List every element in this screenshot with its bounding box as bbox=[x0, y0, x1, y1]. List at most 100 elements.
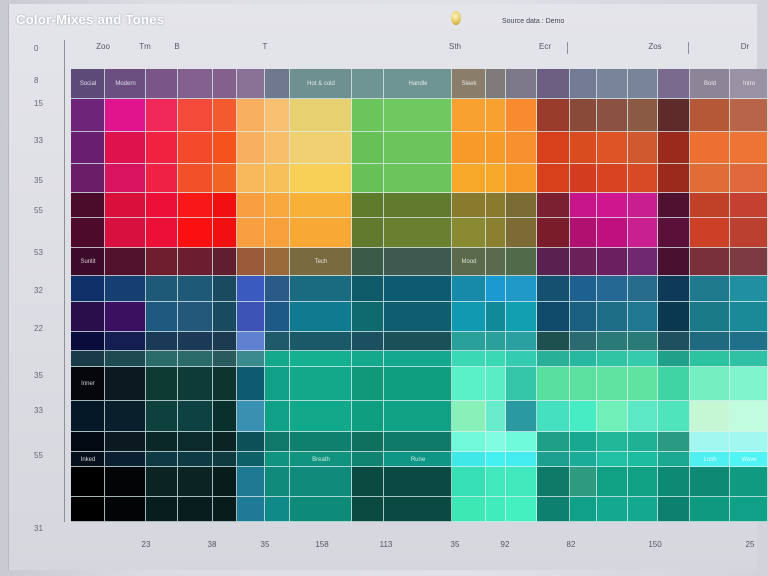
heatmap-cell bbox=[537, 132, 570, 164]
heatmap-cell bbox=[730, 248, 768, 276]
heatmap-cell bbox=[105, 218, 146, 248]
heatmap-cell bbox=[486, 132, 506, 164]
heatmap-cell bbox=[105, 351, 146, 367]
heatmap-cell bbox=[237, 164, 265, 193]
heatmap-cell bbox=[597, 276, 628, 302]
heatmap-cell bbox=[146, 99, 178, 132]
heatmap-cell bbox=[730, 218, 768, 248]
heatmap-cell bbox=[146, 367, 178, 401]
heatmap-cell bbox=[597, 99, 628, 132]
heatmap-cell bbox=[730, 302, 768, 332]
heatmap-cell bbox=[486, 351, 506, 367]
heatmap-cell bbox=[146, 248, 178, 276]
heatmap-cell bbox=[352, 132, 384, 164]
heatmap-cell bbox=[452, 276, 486, 302]
cell-label: Modern bbox=[115, 81, 136, 87]
heatmap-cell bbox=[690, 164, 730, 193]
heatmap-cell bbox=[628, 99, 658, 132]
heatmap-cell bbox=[352, 248, 384, 276]
heatmap-cell bbox=[265, 367, 290, 401]
heatmap-cell bbox=[265, 351, 290, 367]
cell-label: Bold bbox=[703, 81, 717, 87]
heatmap-cell bbox=[237, 69, 265, 99]
heatmap-cell bbox=[452, 467, 486, 497]
cell-label: Wave bbox=[741, 456, 757, 463]
heatmap-cell bbox=[486, 401, 506, 432]
heatmap-cell bbox=[71, 132, 105, 164]
heatmap-cell bbox=[730, 99, 768, 132]
heatmap-cell bbox=[452, 452, 486, 467]
heatmap-cell bbox=[628, 467, 658, 497]
heatmap-cell bbox=[178, 302, 213, 332]
heatmap-cell bbox=[628, 218, 658, 248]
heatmap-cell bbox=[597, 302, 628, 332]
heatmap-cell bbox=[290, 467, 352, 497]
heatmap-cell bbox=[265, 248, 290, 276]
heatmap-cell bbox=[597, 367, 628, 401]
heatmap-cell bbox=[237, 248, 265, 276]
heatmap-cell bbox=[105, 99, 146, 132]
heatmap-cell bbox=[146, 164, 178, 193]
heatmap-cell bbox=[237, 432, 265, 452]
cell-label: Mood bbox=[461, 259, 477, 265]
heatmap-cell bbox=[71, 351, 105, 367]
heatmap-cell bbox=[213, 248, 237, 276]
heatmap-cell bbox=[352, 351, 384, 367]
heatmap-cell bbox=[690, 302, 730, 332]
heatmap-cell bbox=[237, 367, 265, 401]
heatmap-cell bbox=[597, 69, 628, 99]
heatmap-cell bbox=[570, 99, 597, 132]
heatmap-cell bbox=[690, 132, 730, 164]
heatmap-cell bbox=[537, 302, 570, 332]
heatmap-cell bbox=[237, 467, 265, 497]
heatmap-cell bbox=[452, 99, 486, 132]
heatmap-cell bbox=[237, 276, 265, 302]
heatmap-cell bbox=[352, 99, 384, 132]
heatmap-cell bbox=[146, 351, 178, 367]
heatmap-cell bbox=[384, 302, 452, 332]
heatmap-cell bbox=[352, 69, 384, 99]
heatmap-cell bbox=[597, 452, 628, 467]
heatmap-cell bbox=[146, 302, 178, 332]
heatmap-cell bbox=[537, 248, 570, 276]
heatmap-cell bbox=[628, 351, 658, 367]
heatmap-cell bbox=[352, 218, 384, 248]
heatmap-cell bbox=[384, 248, 452, 276]
heatmap-cell bbox=[537, 276, 570, 302]
heatmap-cell bbox=[265, 401, 290, 432]
heatmap-cell bbox=[237, 218, 265, 248]
heatmap-cell bbox=[570, 193, 597, 218]
heatmap-cell bbox=[213, 69, 237, 99]
heatmap-cell bbox=[486, 164, 506, 193]
heatmap-cell bbox=[506, 248, 537, 276]
cell-label: Handle bbox=[408, 81, 428, 87]
heatmap-cell bbox=[658, 164, 690, 193]
heatmap-cell bbox=[237, 132, 265, 164]
heatmap-cell bbox=[658, 401, 690, 432]
heatmap-cell bbox=[178, 332, 213, 351]
heatmap-cell bbox=[628, 452, 658, 467]
heatmap-cell bbox=[730, 132, 768, 164]
heatmap-cell bbox=[265, 302, 290, 332]
heatmap-cell bbox=[486, 302, 506, 332]
heatmap-cell bbox=[597, 164, 628, 193]
heatmap-cell bbox=[178, 467, 213, 497]
heatmap-cell bbox=[146, 193, 178, 218]
heatmap-cell bbox=[486, 218, 506, 248]
cell-label: Rune bbox=[410, 456, 426, 463]
heatmap-cell bbox=[597, 432, 628, 452]
heatmap-cell bbox=[537, 351, 570, 367]
heatmap-cell bbox=[178, 452, 213, 467]
heatmap-cell bbox=[290, 302, 352, 332]
heatmap-cell bbox=[690, 401, 730, 432]
heatmap-cell bbox=[658, 367, 690, 401]
heatmap-cell bbox=[658, 276, 690, 302]
heatmap-cell bbox=[690, 467, 730, 497]
heatmap-cell bbox=[265, 276, 290, 302]
heatmap-cell bbox=[570, 467, 597, 497]
heatmap-cell bbox=[178, 99, 213, 132]
heatmap-cell bbox=[237, 193, 265, 218]
heatmap-cell bbox=[452, 302, 486, 332]
heatmap-cell bbox=[628, 164, 658, 193]
heatmap-cell bbox=[352, 401, 384, 432]
